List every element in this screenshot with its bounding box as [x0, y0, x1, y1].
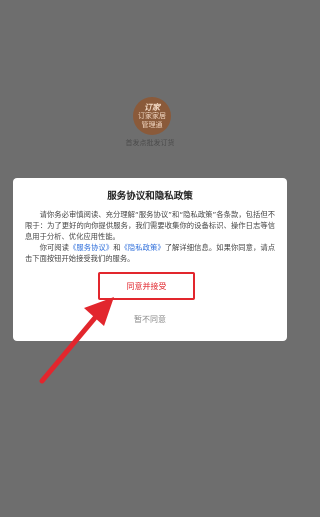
- annotation-arrow-icon: [39, 297, 114, 384]
